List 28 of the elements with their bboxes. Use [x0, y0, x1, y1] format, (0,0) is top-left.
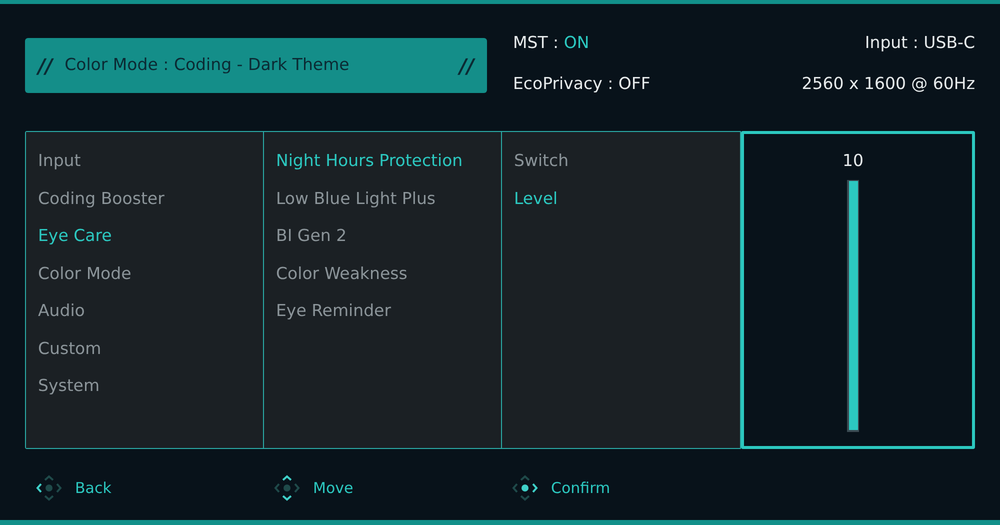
direction-pad-icon	[36, 475, 62, 501]
menu-item[interactable]: Input	[38, 149, 263, 173]
menu-item[interactable]: Color Weakness	[276, 262, 501, 286]
menu-item[interactable]: Level	[514, 186, 740, 210]
menu-item[interactable]: Color Mode	[38, 262, 263, 286]
footer-hint: Move	[313, 478, 354, 499]
slash-mark: //	[459, 52, 474, 80]
menu-item[interactable]: BI Gen 2	[276, 224, 501, 248]
direction-pad-icon	[512, 475, 538, 501]
banner-text: Color Mode : Coding - Dark Theme	[64, 54, 350, 76]
status-text: 2560 x 1600 @ 60Hz	[802, 73, 975, 95]
menu-item[interactable]: Eye Reminder	[276, 299, 501, 323]
menu-item[interactable]: System	[38, 374, 263, 398]
status-text: EcoPrivacy : OFF	[513, 73, 652, 95]
level-reading: 10	[842, 150, 864, 172]
menu-item[interactable]: Night Hours Protection	[276, 149, 501, 173]
status-text: MST : ON	[513, 32, 590, 54]
status-text: Input : USB-C	[864, 32, 975, 54]
menu-item[interactable]: Eye Care	[38, 224, 263, 248]
menu-item[interactable]: Switch	[514, 149, 740, 173]
menu-item[interactable]: Custom	[38, 336, 263, 360]
slash-mark: //	[38, 52, 53, 80]
direction-pad-icon	[274, 475, 300, 501]
menu-item[interactable]: Low Blue Light Plus	[276, 186, 501, 210]
footer-hint: Back	[75, 478, 112, 499]
footer-hint: Confirm	[551, 478, 610, 499]
menu-item[interactable]: Coding Booster	[38, 186, 263, 210]
menu-item[interactable]: Audio	[38, 299, 263, 323]
